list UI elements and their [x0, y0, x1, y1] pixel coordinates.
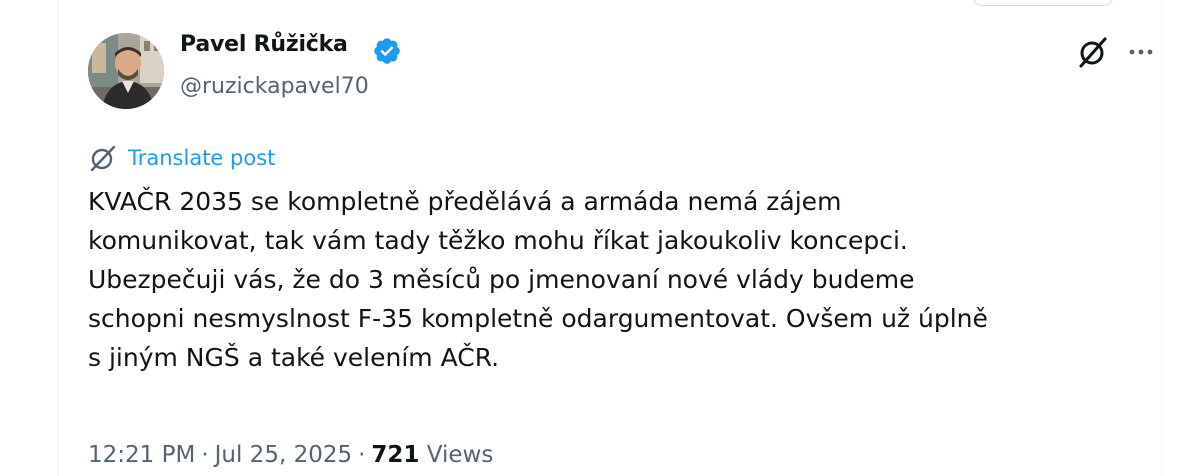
- post-text-line: komunikovat, tak vám tady těžko mohu řík…: [88, 226, 908, 255]
- avatar[interactable]: [88, 33, 164, 109]
- post-time[interactable]: 12:21 PM: [88, 442, 195, 468]
- more-icon[interactable]: [1126, 40, 1156, 64]
- verified-badge-icon[interactable]: [372, 36, 402, 66]
- meta-separator: ·: [201, 442, 209, 468]
- post-text-line: KVAČR 2035 se kompletně předělává a armá…: [88, 187, 842, 216]
- post-card: Pavel Růžička @ruzickapavel70 Translate …: [0, 0, 1200, 476]
- author-handle[interactable]: @ruzickapavel70: [180, 74, 369, 99]
- translate-post-label: Translate post: [128, 146, 276, 170]
- grok-icon[interactable]: [1076, 35, 1110, 69]
- translate-post-link[interactable]: Translate post: [88, 144, 275, 172]
- post-text-line: s jiným NGŠ a také velením AČR.: [88, 343, 500, 372]
- top-partial-button[interactable]: [972, 0, 1114, 6]
- author-name[interactable]: Pavel Růžička: [180, 32, 348, 57]
- post-text-line: schopni nesmyslnost F-35 kompletně odarg…: [88, 304, 988, 333]
- translate-icon: [90, 145, 116, 172]
- meta-separator: ·: [358, 442, 366, 468]
- views-label: Views: [426, 442, 494, 468]
- post-meta: 12:21 PM · Jul 25, 2025 · 721 Views: [88, 442, 493, 468]
- post-text: KVAČR 2035 se kompletně předělává a armá…: [88, 182, 1148, 377]
- avatar-photo: [88, 33, 164, 109]
- post-date[interactable]: Jul 25, 2025: [215, 442, 352, 468]
- post-text-line: Ubezpečuji vás, že do 3 měsíců po jmenov…: [88, 265, 915, 294]
- views-count: 721: [371, 442, 420, 468]
